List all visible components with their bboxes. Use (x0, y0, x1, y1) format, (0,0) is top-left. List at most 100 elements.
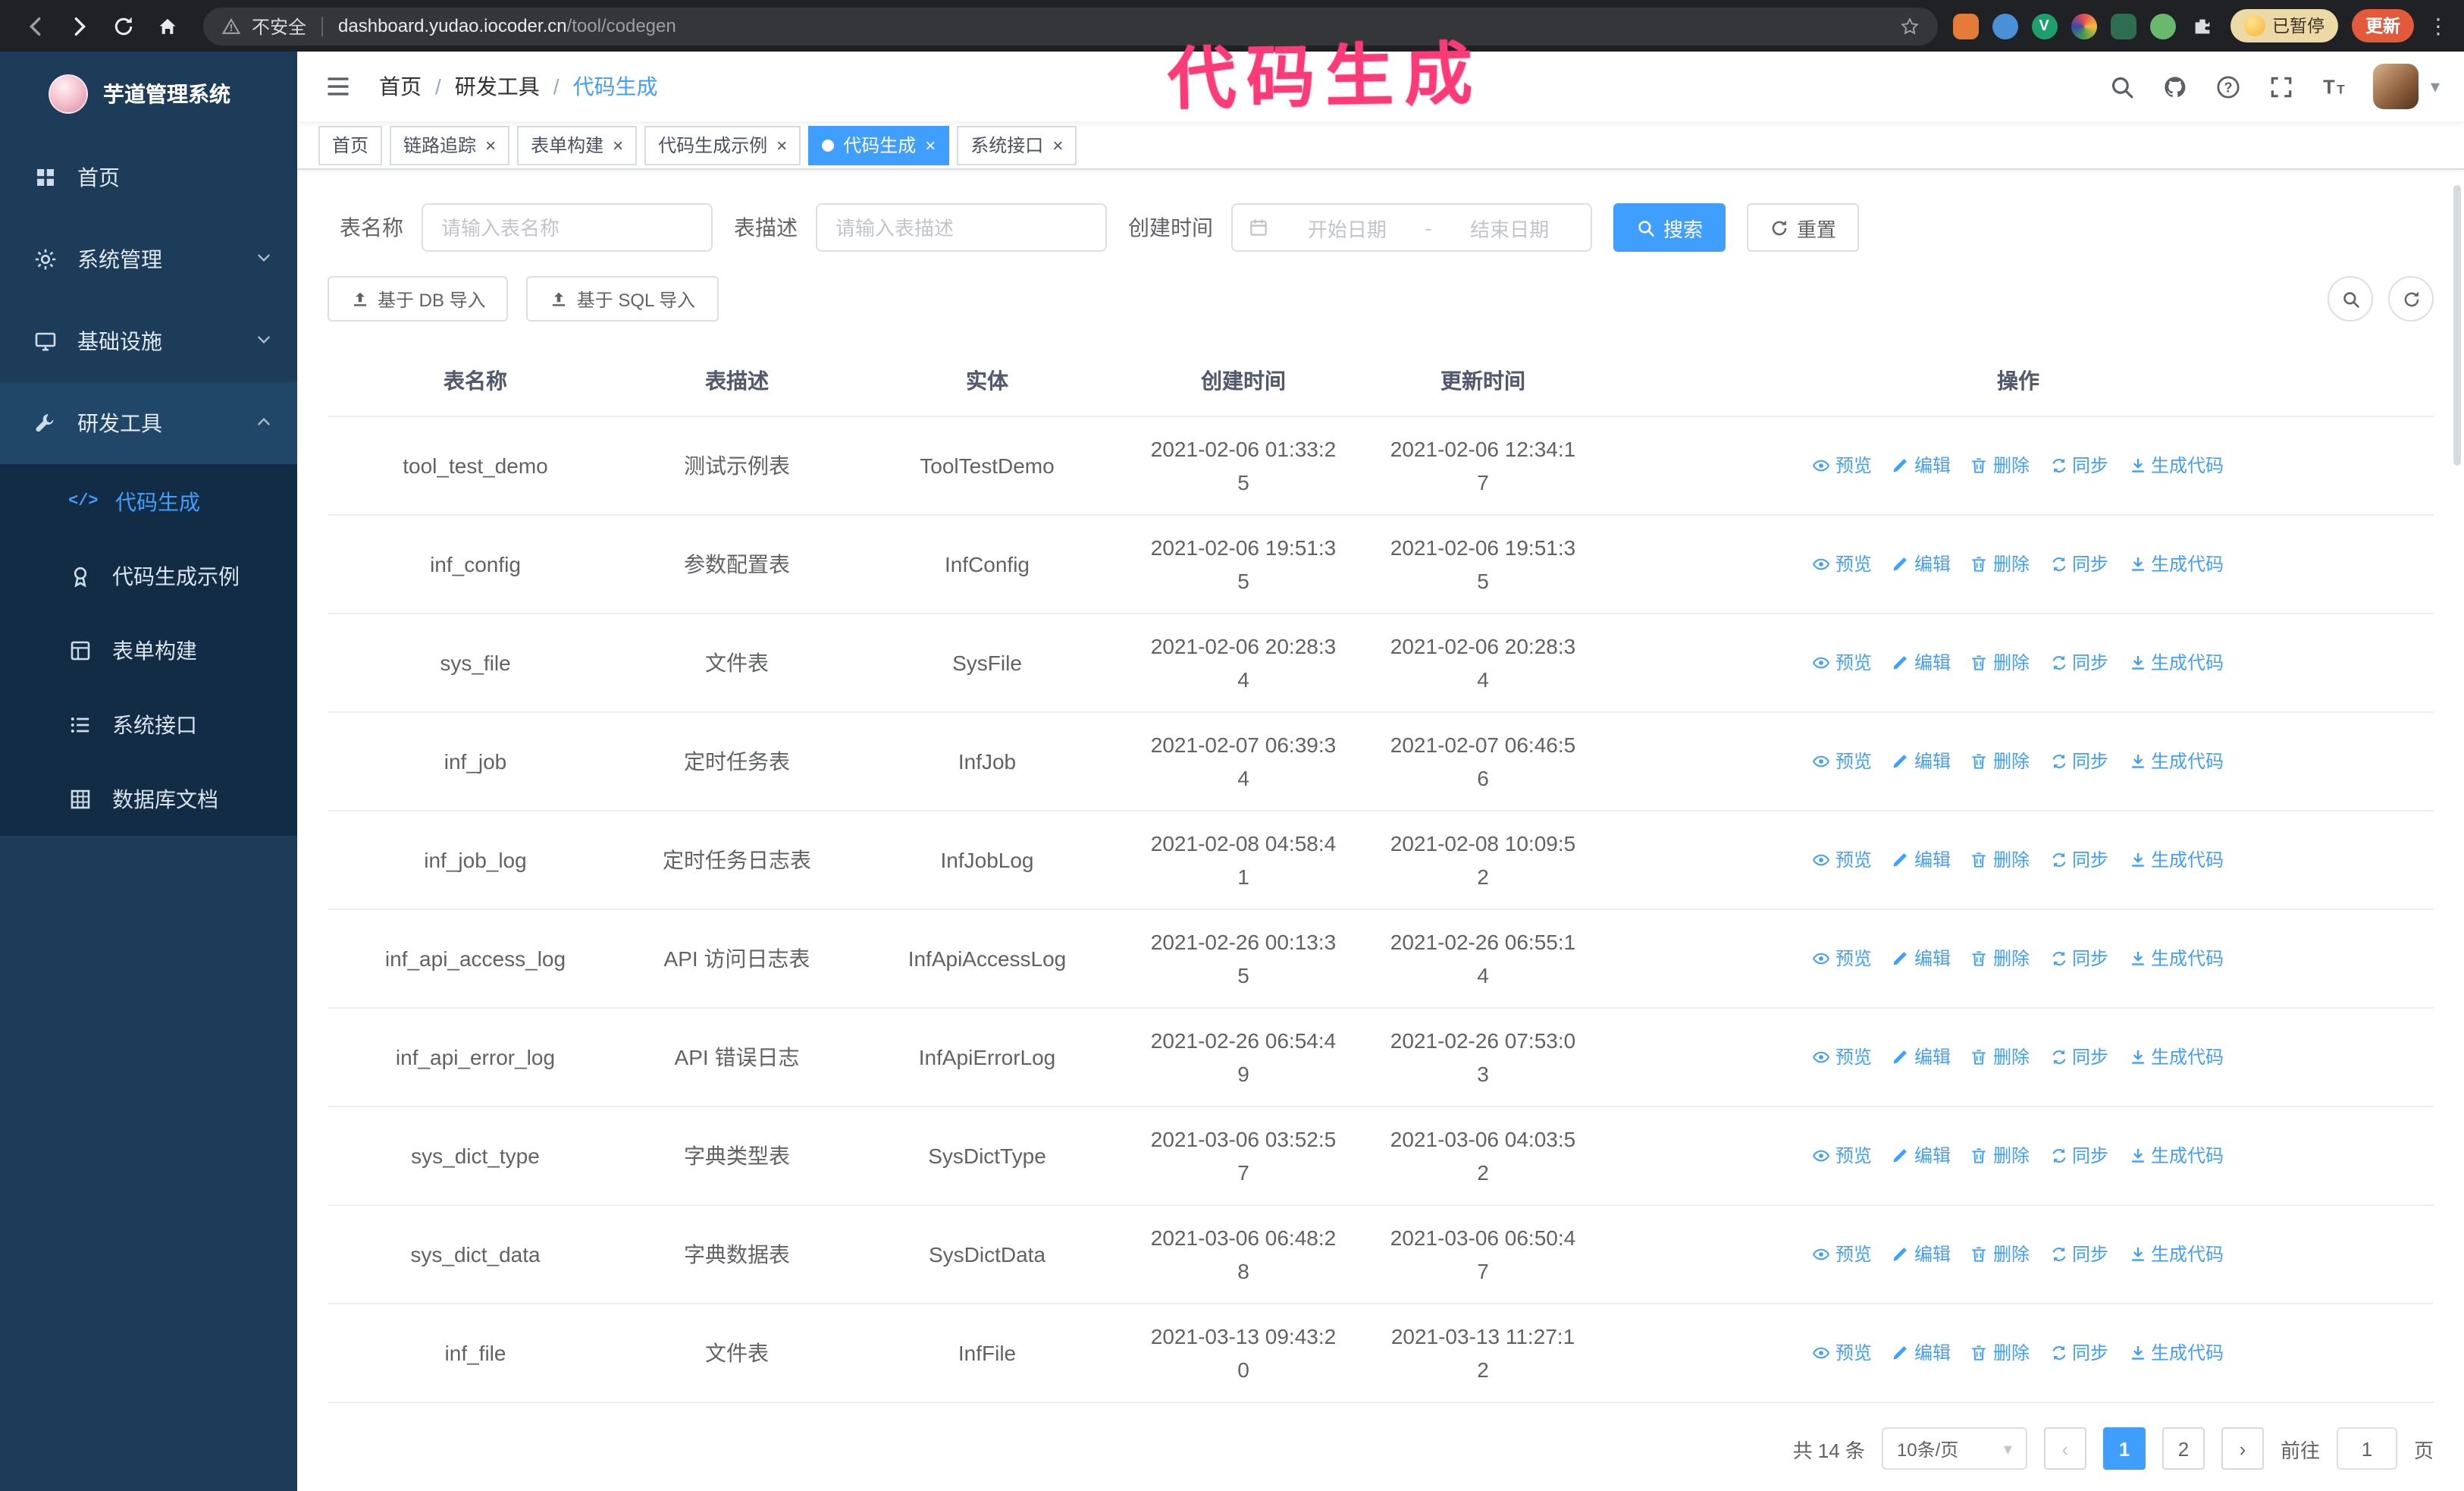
sync-link[interactable]: 同步 (2049, 1336, 2108, 1370)
delete-link[interactable]: 删除 (1970, 1238, 2030, 1271)
delete-link[interactable]: 删除 (1970, 1139, 2030, 1172)
edit-link[interactable]: 编辑 (1892, 1139, 1951, 1172)
generate-link[interactable]: 生成代码 (2128, 942, 2224, 975)
edit-link[interactable]: 编辑 (1892, 1238, 1951, 1271)
delete-link[interactable]: 删除 (1970, 646, 2030, 680)
sync-link[interactable]: 同步 (2049, 942, 2108, 975)
preview-link[interactable]: 预览 (1813, 745, 1872, 778)
sync-link[interactable]: 同步 (2049, 449, 2108, 482)
edit-link[interactable]: 编辑 (1892, 646, 1951, 680)
tab-home[interactable]: 首页 (318, 125, 383, 165)
preview-link[interactable]: 预览 (1813, 843, 1872, 877)
sidebar-item-system-api[interactable]: 系统接口 (0, 687, 297, 761)
table-name-input[interactable] (422, 203, 713, 252)
close-icon[interactable]: × (776, 136, 787, 154)
delete-link[interactable]: 删除 (1970, 1041, 2030, 1074)
browser-extension-icon[interactable] (2110, 13, 2136, 39)
browser-extension-icon[interactable] (2071, 13, 2096, 39)
generate-link[interactable]: 生成代码 (2128, 1336, 2224, 1370)
generate-link[interactable]: 生成代码 (2128, 1041, 2224, 1074)
hamburger-icon[interactable] (321, 70, 355, 103)
github-icon[interactable] (2161, 71, 2191, 102)
sidebar-item-codegen-example[interactable]: 代码生成示例 (0, 538, 297, 613)
edit-link[interactable]: 编辑 (1892, 843, 1951, 877)
sync-link[interactable]: 同步 (2049, 1238, 2108, 1271)
edit-link[interactable]: 编辑 (1892, 449, 1951, 482)
import-db-button[interactable]: 基于 DB 导入 (328, 276, 509, 322)
generate-link[interactable]: 生成代码 (2128, 1139, 2224, 1172)
delete-link[interactable]: 删除 (1970, 745, 2030, 778)
address-bar[interactable]: 不安全 dashboard.yudao.iocoder.cn/tool/code… (203, 7, 1937, 45)
scrollbar[interactable] (2453, 185, 2461, 466)
generate-link[interactable]: 生成代码 (2128, 745, 2224, 778)
generate-link[interactable]: 生成代码 (2128, 646, 2224, 680)
tab-tracing[interactable]: 链路追踪 × (390, 125, 510, 165)
sidebar-item-system[interactable]: 系统管理 (0, 218, 297, 300)
generate-link[interactable]: 生成代码 (2128, 548, 2224, 581)
refresh-table-button[interactable] (2388, 276, 2434, 322)
browser-extension-icon[interactable]: V (2031, 13, 2057, 39)
delete-link[interactable]: 删除 (1970, 843, 2030, 877)
toggle-search-button[interactable] (2328, 276, 2373, 322)
preview-link[interactable]: 预览 (1813, 1336, 1872, 1370)
delete-link[interactable]: 删除 (1970, 1336, 2030, 1370)
edit-link[interactable]: 编辑 (1892, 745, 1951, 778)
generate-link[interactable]: 生成代码 (2128, 1238, 2224, 1271)
page-size-select[interactable]: 10条/页 ▾ (1881, 1427, 2027, 1470)
star-icon[interactable] (1899, 16, 1919, 36)
generate-link[interactable]: 生成代码 (2128, 449, 2224, 482)
browser-extension-icon[interactable] (1992, 13, 2017, 39)
update-button[interactable]: 更新 (2352, 9, 2414, 42)
sync-link[interactable]: 同步 (2049, 843, 2108, 877)
tab-system-api[interactable]: 系统接口 × (957, 125, 1077, 165)
profile-chip[interactable]: 已暂停 (2230, 9, 2338, 42)
breadcrumb-item[interactable]: 首页 (379, 71, 422, 102)
close-icon[interactable]: × (613, 136, 623, 154)
sync-link[interactable]: 同步 (2049, 745, 2108, 778)
prev-page-button[interactable]: ‹ (2043, 1427, 2086, 1470)
sidebar-item-infra[interactable]: 基础设施 (0, 300, 297, 382)
sync-link[interactable]: 同步 (2049, 646, 2108, 680)
tab-codegen[interactable]: 代码生成 × (808, 125, 950, 165)
sidebar-item-devtools[interactable]: 研发工具 (0, 382, 297, 464)
back-icon[interactable] (15, 5, 56, 46)
preview-link[interactable]: 预览 (1813, 1041, 1872, 1074)
sidebar-item-codegen[interactable]: </> 代码生成 (0, 464, 297, 538)
search-icon[interactable] (2108, 71, 2138, 102)
sidebar-item-home[interactable]: 首页 (0, 137, 297, 218)
user-avatar[interactable] (2372, 64, 2419, 110)
forward-icon[interactable] (59, 5, 100, 46)
close-icon[interactable]: × (925, 136, 936, 154)
reset-button[interactable]: 重置 (1747, 203, 1860, 252)
date-range-picker[interactable]: 开始日期 - 结束日期 (1231, 203, 1592, 252)
page-button-2[interactable]: 2 (2161, 1427, 2205, 1470)
sync-link[interactable]: 同步 (2049, 1139, 2108, 1172)
tab-form-builder[interactable]: 表单构建 × (517, 125, 638, 165)
generate-link[interactable]: 生成代码 (2128, 843, 2224, 877)
search-button[interactable]: 搜索 (1613, 203, 1726, 252)
browser-extension-icon[interactable] (1952, 13, 1978, 39)
preview-link[interactable]: 预览 (1813, 1139, 1872, 1172)
sidebar-item-form-builder[interactable]: 表单构建 (0, 613, 297, 687)
home-icon[interactable] (147, 5, 188, 46)
edit-link[interactable]: 编辑 (1892, 1041, 1951, 1074)
fullscreen-icon[interactable] (2267, 71, 2297, 102)
preview-link[interactable]: 预览 (1813, 1238, 1872, 1271)
import-sql-button[interactable]: 基于 SQL 导入 (526, 276, 719, 322)
preview-link[interactable]: 预览 (1813, 942, 1872, 975)
close-icon[interactable]: × (1052, 136, 1063, 154)
font-size-icon[interactable]: TT (2320, 71, 2350, 102)
help-icon[interactable]: ? (2214, 71, 2244, 102)
page-button-1[interactable]: 1 (2102, 1427, 2146, 1470)
delete-link[interactable]: 删除 (1970, 449, 2030, 482)
close-icon[interactable]: × (485, 136, 496, 154)
edit-link[interactable]: 编辑 (1892, 548, 1951, 581)
sidebar-item-db-doc[interactable]: 数据库文档 (0, 761, 297, 836)
edit-link[interactable]: 编辑 (1892, 942, 1951, 975)
sync-link[interactable]: 同步 (2049, 1041, 2108, 1074)
preview-link[interactable]: 预览 (1813, 449, 1872, 482)
browser-extension-icon[interactable] (2149, 13, 2175, 39)
preview-link[interactable]: 预览 (1813, 548, 1872, 581)
delete-link[interactable]: 删除 (1970, 942, 2030, 975)
reload-icon[interactable] (103, 5, 144, 46)
